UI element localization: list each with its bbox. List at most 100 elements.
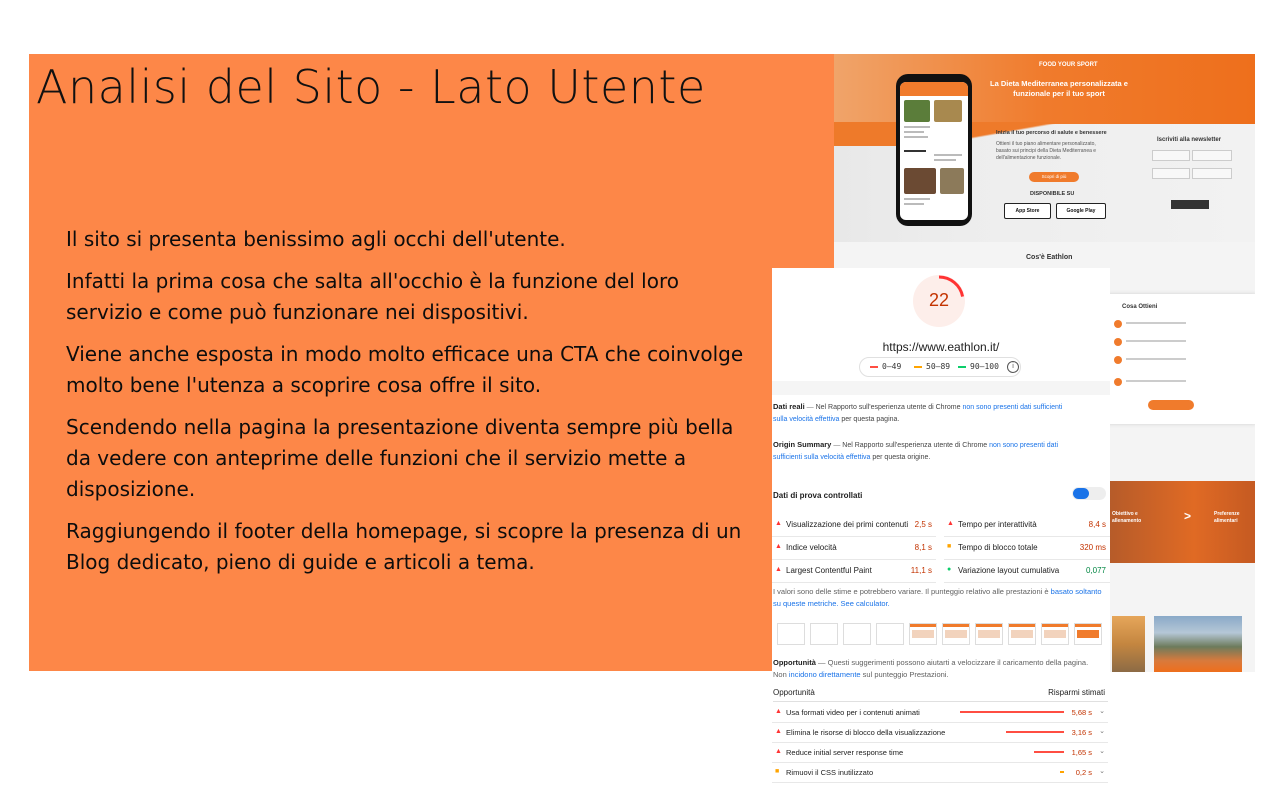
- hero-section: FOOD YOUR SPORT La Dieta Mediterranea pe…: [834, 54, 1255, 242]
- metric-row: ▲ Largest Contentful Paint 11,1 s: [772, 560, 936, 583]
- pagespeed-report: 22 https://www.eathlon.it/ 0–49 50–89 90…: [772, 268, 1110, 788]
- cta-button[interactable]: Scopri di più: [1029, 172, 1079, 182]
- origin-summary-title: Origin Summary: [773, 440, 832, 449]
- filmstrip-frame: [1041, 623, 1069, 645]
- metric-label: Tempo per interattività: [958, 520, 1037, 529]
- metric-row: ▲ Visualizzazione dei primi contenuti 2,…: [772, 514, 936, 537]
- opportunity-row[interactable]: ■ Rimuovi il CSS inutilizzato 0,2 s ⌄: [772, 762, 1108, 783]
- strip-right-label: Preferenze alimentari: [1214, 511, 1240, 524]
- newsletter-sport-field[interactable]: [1192, 168, 1232, 179]
- metric-label: Visualizzazione dei primi contenuti: [786, 520, 909, 529]
- phone-mockup: [896, 74, 972, 226]
- metric-row: ▲ Tempo per interattività 8,4 s: [944, 514, 1110, 537]
- chevron-down-icon[interactable]: ⌄: [1099, 707, 1105, 715]
- column-savings: Risparmi stimati: [1048, 688, 1105, 697]
- opportunity-label: Usa formati video per i contenuti animat…: [786, 708, 920, 717]
- metric-value: 0,077: [1085, 566, 1106, 575]
- field-data-title: Dati reali: [773, 402, 805, 411]
- poor-triangle-icon: ▲: [775, 520, 782, 527]
- info-icon[interactable]: i: [1007, 361, 1019, 373]
- separator: [772, 381, 1110, 395]
- opportunity-row[interactable]: ▲ Reduce initial server response time 1,…: [772, 742, 1108, 763]
- poor-triangle-icon: ▲: [775, 748, 782, 755]
- newsletter-email-field[interactable]: [1152, 168, 1190, 179]
- opportunities-title: Opportunità: [773, 658, 816, 667]
- calculator-link[interactable]: See calculator.: [841, 599, 890, 608]
- feature-icon: [1114, 356, 1122, 364]
- good-dash: [958, 366, 966, 368]
- newsletter-name-field[interactable]: [1152, 150, 1190, 161]
- opportunities-columns: Opportunità Risparmi stimati: [773, 687, 1108, 702]
- metric-row: ▲ Indice velocità 8,1 s: [772, 537, 936, 560]
- card-cta-button[interactable]: [1148, 400, 1194, 410]
- metric-label: Variazione layout cumulativa: [958, 566, 1060, 575]
- metric-row: ● Variazione layout cumulativa 0,077: [944, 560, 1110, 583]
- chevron-down-icon[interactable]: ⌄: [1099, 747, 1105, 755]
- strip-left-label: Obiettivo e allenamento: [1112, 511, 1142, 524]
- metric-label: Largest Contentful Paint: [786, 566, 872, 575]
- performance-score-gauge: 22: [913, 275, 965, 327]
- poor-triangle-icon: ▲: [775, 728, 782, 735]
- metric-label: Indice velocità: [786, 543, 837, 552]
- poor-dash: [870, 366, 878, 368]
- performance-score: 22: [928, 290, 950, 310]
- chevron-down-icon[interactable]: ⌄: [1099, 767, 1105, 775]
- phone-screen: [900, 82, 968, 220]
- section-title: Cos'è Eathlon: [1026, 254, 1073, 261]
- filmstrip-frame: [909, 623, 937, 645]
- savings-bar: [1060, 771, 1064, 773]
- opportunities-link[interactable]: incidono direttamente: [789, 670, 861, 679]
- poor-triangle-icon: ▲: [947, 520, 954, 527]
- poor-triangle-icon: ▲: [775, 543, 782, 550]
- slide-body: Il sito si presenta benissimo agli occhi…: [66, 224, 756, 589]
- paragraph: Il sito si presenta benissimo agli occhi…: [66, 227, 566, 251]
- newsletter-submit-button[interactable]: [1171, 200, 1209, 209]
- savings-value: 0,2 s: [1075, 768, 1092, 777]
- opportunity-label: Elimina le risorse di blocco della visua…: [786, 728, 946, 737]
- origin-summary-text: Nel Rapporto sull'esperienza utente di C…: [842, 442, 988, 449]
- metric-value: 8,4 s: [1088, 520, 1106, 529]
- metric-value: 2,5 s: [914, 520, 932, 529]
- google-play-button[interactable]: Google Play: [1056, 203, 1106, 219]
- metric-value: 320 ms: [1079, 543, 1106, 552]
- field-data-text: Nel Rapporto sull'esperienza utente di C…: [815, 404, 961, 411]
- legend-good: 90–100: [970, 362, 999, 371]
- filmstrip-frame: [810, 623, 838, 645]
- app-store-button[interactable]: App Store: [1004, 203, 1051, 219]
- slide-title: Analisi del Sito - Lato Utente: [36, 60, 706, 114]
- field-data-suffix: per questa pagina.: [841, 416, 900, 423]
- opportunity-row[interactable]: ▲ Elimina le risorse di blocco della vis…: [772, 722, 1108, 743]
- hero-subtitle: Inizia il tuo percorso di salute e benes…: [996, 130, 1107, 136]
- note-text: I valori sono delle stime e potrebbero v…: [773, 587, 1049, 596]
- strip-arrow-icon: >: [1184, 509, 1192, 523]
- savings-bar: [960, 711, 1064, 713]
- filmstrip-frame: [942, 623, 970, 645]
- onboarding-strip: Obiettivo e allenamento > Preferenze ali…: [1102, 481, 1255, 563]
- blog-photo: [1112, 616, 1145, 672]
- filmstrip-frame: [1074, 623, 1102, 645]
- paragraph: Raggiungendo il footer della homepage, s…: [66, 519, 742, 574]
- legend-poor: 0–49: [882, 362, 902, 371]
- origin-summary-section: Origin Summary — Nel Rapporto sull'esper…: [773, 440, 1059, 461]
- feature-icon: [1114, 378, 1122, 386]
- tested-url: https://www.eathlon.it/: [882, 340, 1000, 354]
- average-square-icon: ■: [775, 768, 780, 775]
- poor-triangle-icon: ▲: [775, 566, 782, 573]
- view-toggle[interactable]: [1072, 487, 1106, 500]
- origin-summary-suffix: per questa origine.: [872, 454, 931, 461]
- filmstrip-frame: [777, 623, 805, 645]
- average-dash: [914, 366, 922, 368]
- opportunity-row[interactable]: ▲ Usa formati video per i contenuti anim…: [772, 702, 1108, 723]
- savings-bar: [1006, 731, 1064, 733]
- chevron-down-icon[interactable]: ⌄: [1099, 727, 1105, 735]
- savings-value: 1,65 s: [1071, 748, 1092, 757]
- feature-icon: [1114, 320, 1122, 328]
- filmstrip-frame: [1008, 623, 1036, 645]
- legend-average: 50–89: [926, 362, 951, 371]
- good-circle-icon: ●: [947, 566, 952, 573]
- hero-description: Ottieni il tuo piano alimentare personal…: [996, 141, 1097, 161]
- newsletter-surname-field[interactable]: [1192, 150, 1232, 161]
- savings-value: 5,68 s: [1071, 708, 1092, 717]
- lab-data-title: Dati di prova controllati: [773, 491, 863, 500]
- opportunities-suffix: sul punteggio Prestazioni.: [862, 670, 949, 679]
